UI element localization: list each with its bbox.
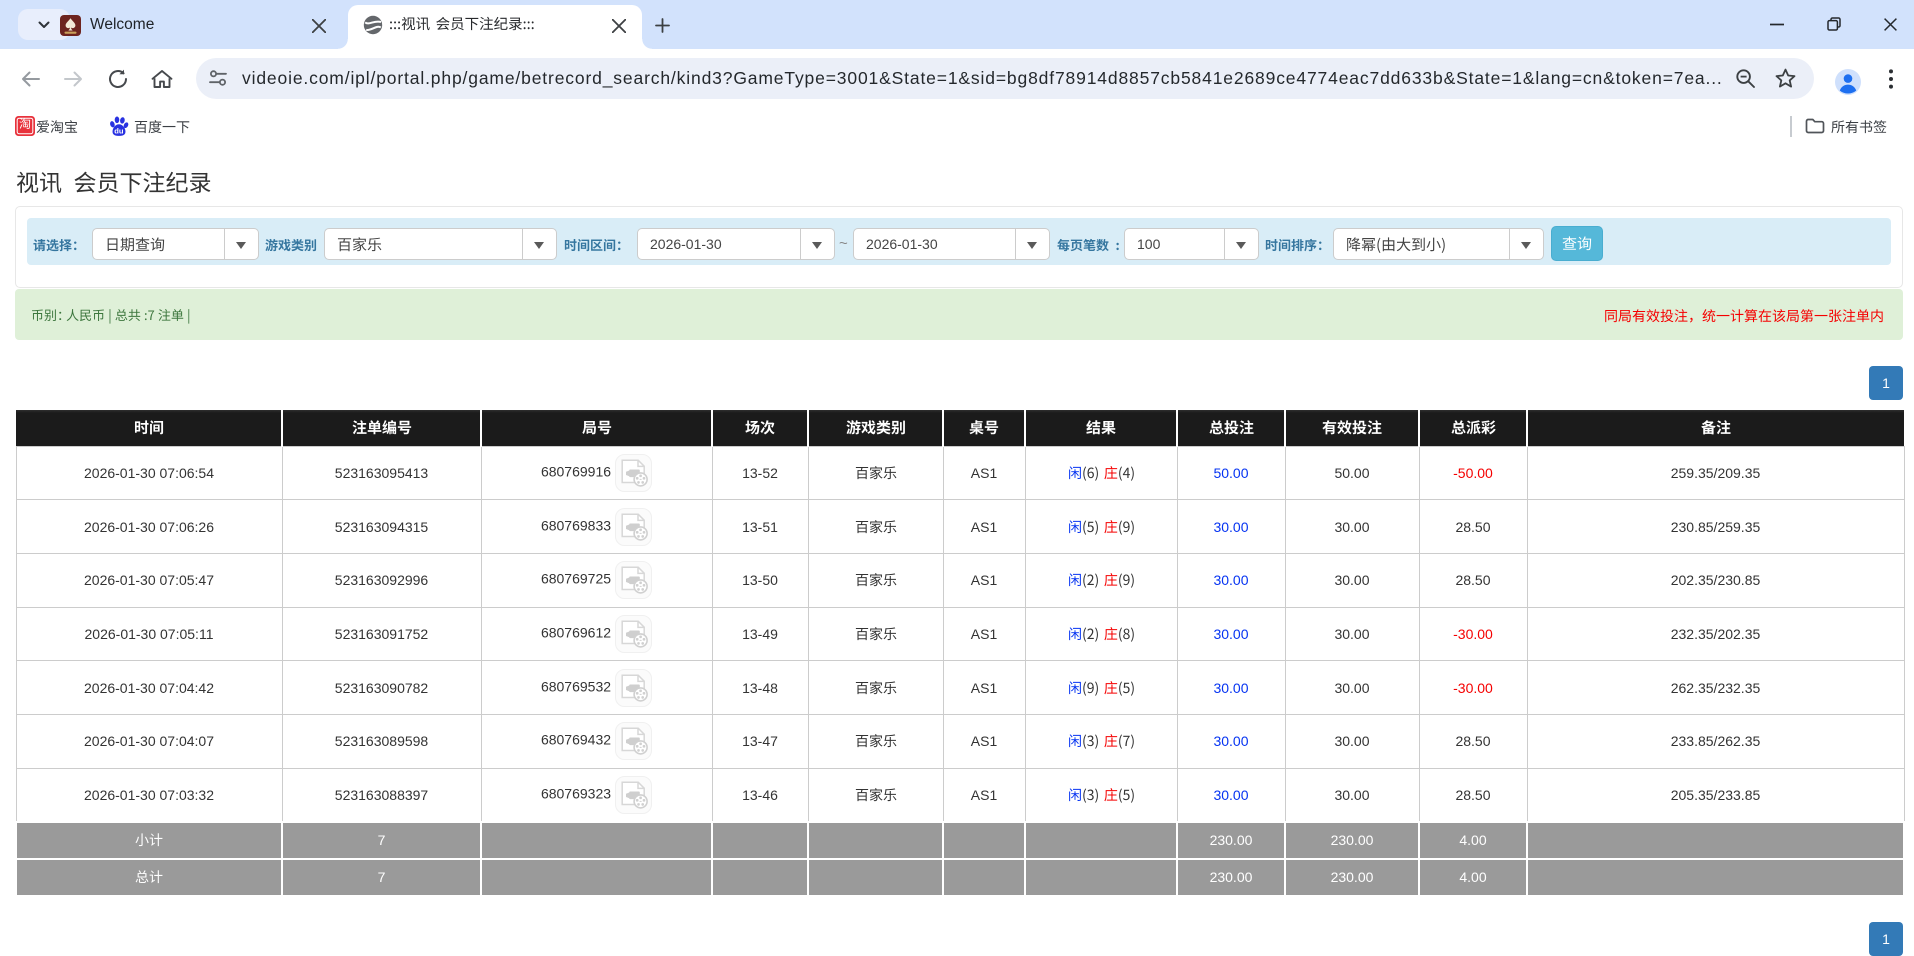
svg-text:du: du: [114, 126, 124, 135]
